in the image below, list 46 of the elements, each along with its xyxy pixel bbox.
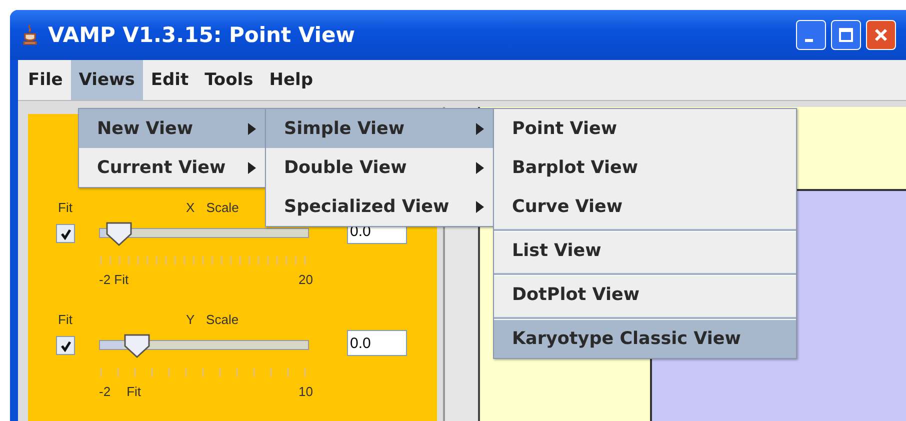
- submenu-arrow-icon: [248, 162, 256, 174]
- close-button[interactable]: [866, 20, 896, 50]
- submenu-arrow-icon: [476, 200, 484, 212]
- scale-label: Y Scale: [186, 312, 239, 329]
- menu-item[interactable]: Simple View: [266, 109, 494, 148]
- fit-label: Fit: [57, 200, 74, 217]
- submenu-arrow-icon: [476, 122, 484, 134]
- menu-bar-item[interactable]: Edit: [142, 60, 197, 100]
- menu-item[interactable]: Barplot View: [494, 148, 796, 187]
- maximize-button[interactable]: [831, 20, 861, 50]
- slider-min-label: Fit: [126, 384, 142, 399]
- scale-value-field[interactable]: 0.0: [347, 330, 407, 356]
- menu-bar-item[interactable]: Tools: [196, 60, 262, 100]
- menu-item[interactable]: Curve View: [494, 187, 796, 226]
- fit-checkbox[interactable]: [56, 224, 75, 243]
- scale-label: X Scale: [186, 200, 239, 217]
- slider-max-label: 10: [298, 384, 313, 399]
- submenu-arrow-icon: [248, 122, 256, 134]
- slider-fill: [100, 341, 124, 349]
- close-icon: [873, 27, 889, 43]
- maximize-icon: [838, 27, 854, 43]
- slider-min-label: -2 Fit: [99, 272, 129, 287]
- slider-max-label: 20: [298, 272, 313, 287]
- menu-item[interactable]: DotPlot View: [494, 273, 796, 314]
- check-icon: [60, 340, 72, 352]
- submenu-arrow-icon: [476, 162, 484, 174]
- slider-min-label: -2: [99, 384, 111, 399]
- menu-bar-item[interactable]: File: [20, 60, 71, 100]
- check-icon: [60, 228, 72, 240]
- menu-item[interactable]: Point View: [494, 109, 796, 148]
- minimize-button[interactable]: [796, 20, 826, 50]
- menu-item[interactable]: Current View: [79, 148, 266, 187]
- menu-item[interactable]: Double View: [266, 148, 494, 187]
- fit-checkbox[interactable]: [56, 336, 75, 355]
- fit-label: Fit: [57, 312, 74, 329]
- menu-item[interactable]: Karyotype Classic View: [494, 317, 796, 358]
- slider-fill: [100, 229, 105, 237]
- slider-thumb[interactable]: [104, 221, 133, 247]
- cup-icon: [22, 24, 38, 46]
- menu-item[interactable]: New View: [79, 109, 266, 148]
- slider-thumb[interactable]: [123, 333, 152, 359]
- menu-bar-item[interactable]: Help: [261, 60, 322, 100]
- window-title: VAMP V1.3.15: Point View: [48, 23, 356, 47]
- minimize-icon: [805, 38, 813, 42]
- menu-item[interactable]: List View: [494, 229, 796, 270]
- menu-bar-item[interactable]: Views: [70, 60, 143, 100]
